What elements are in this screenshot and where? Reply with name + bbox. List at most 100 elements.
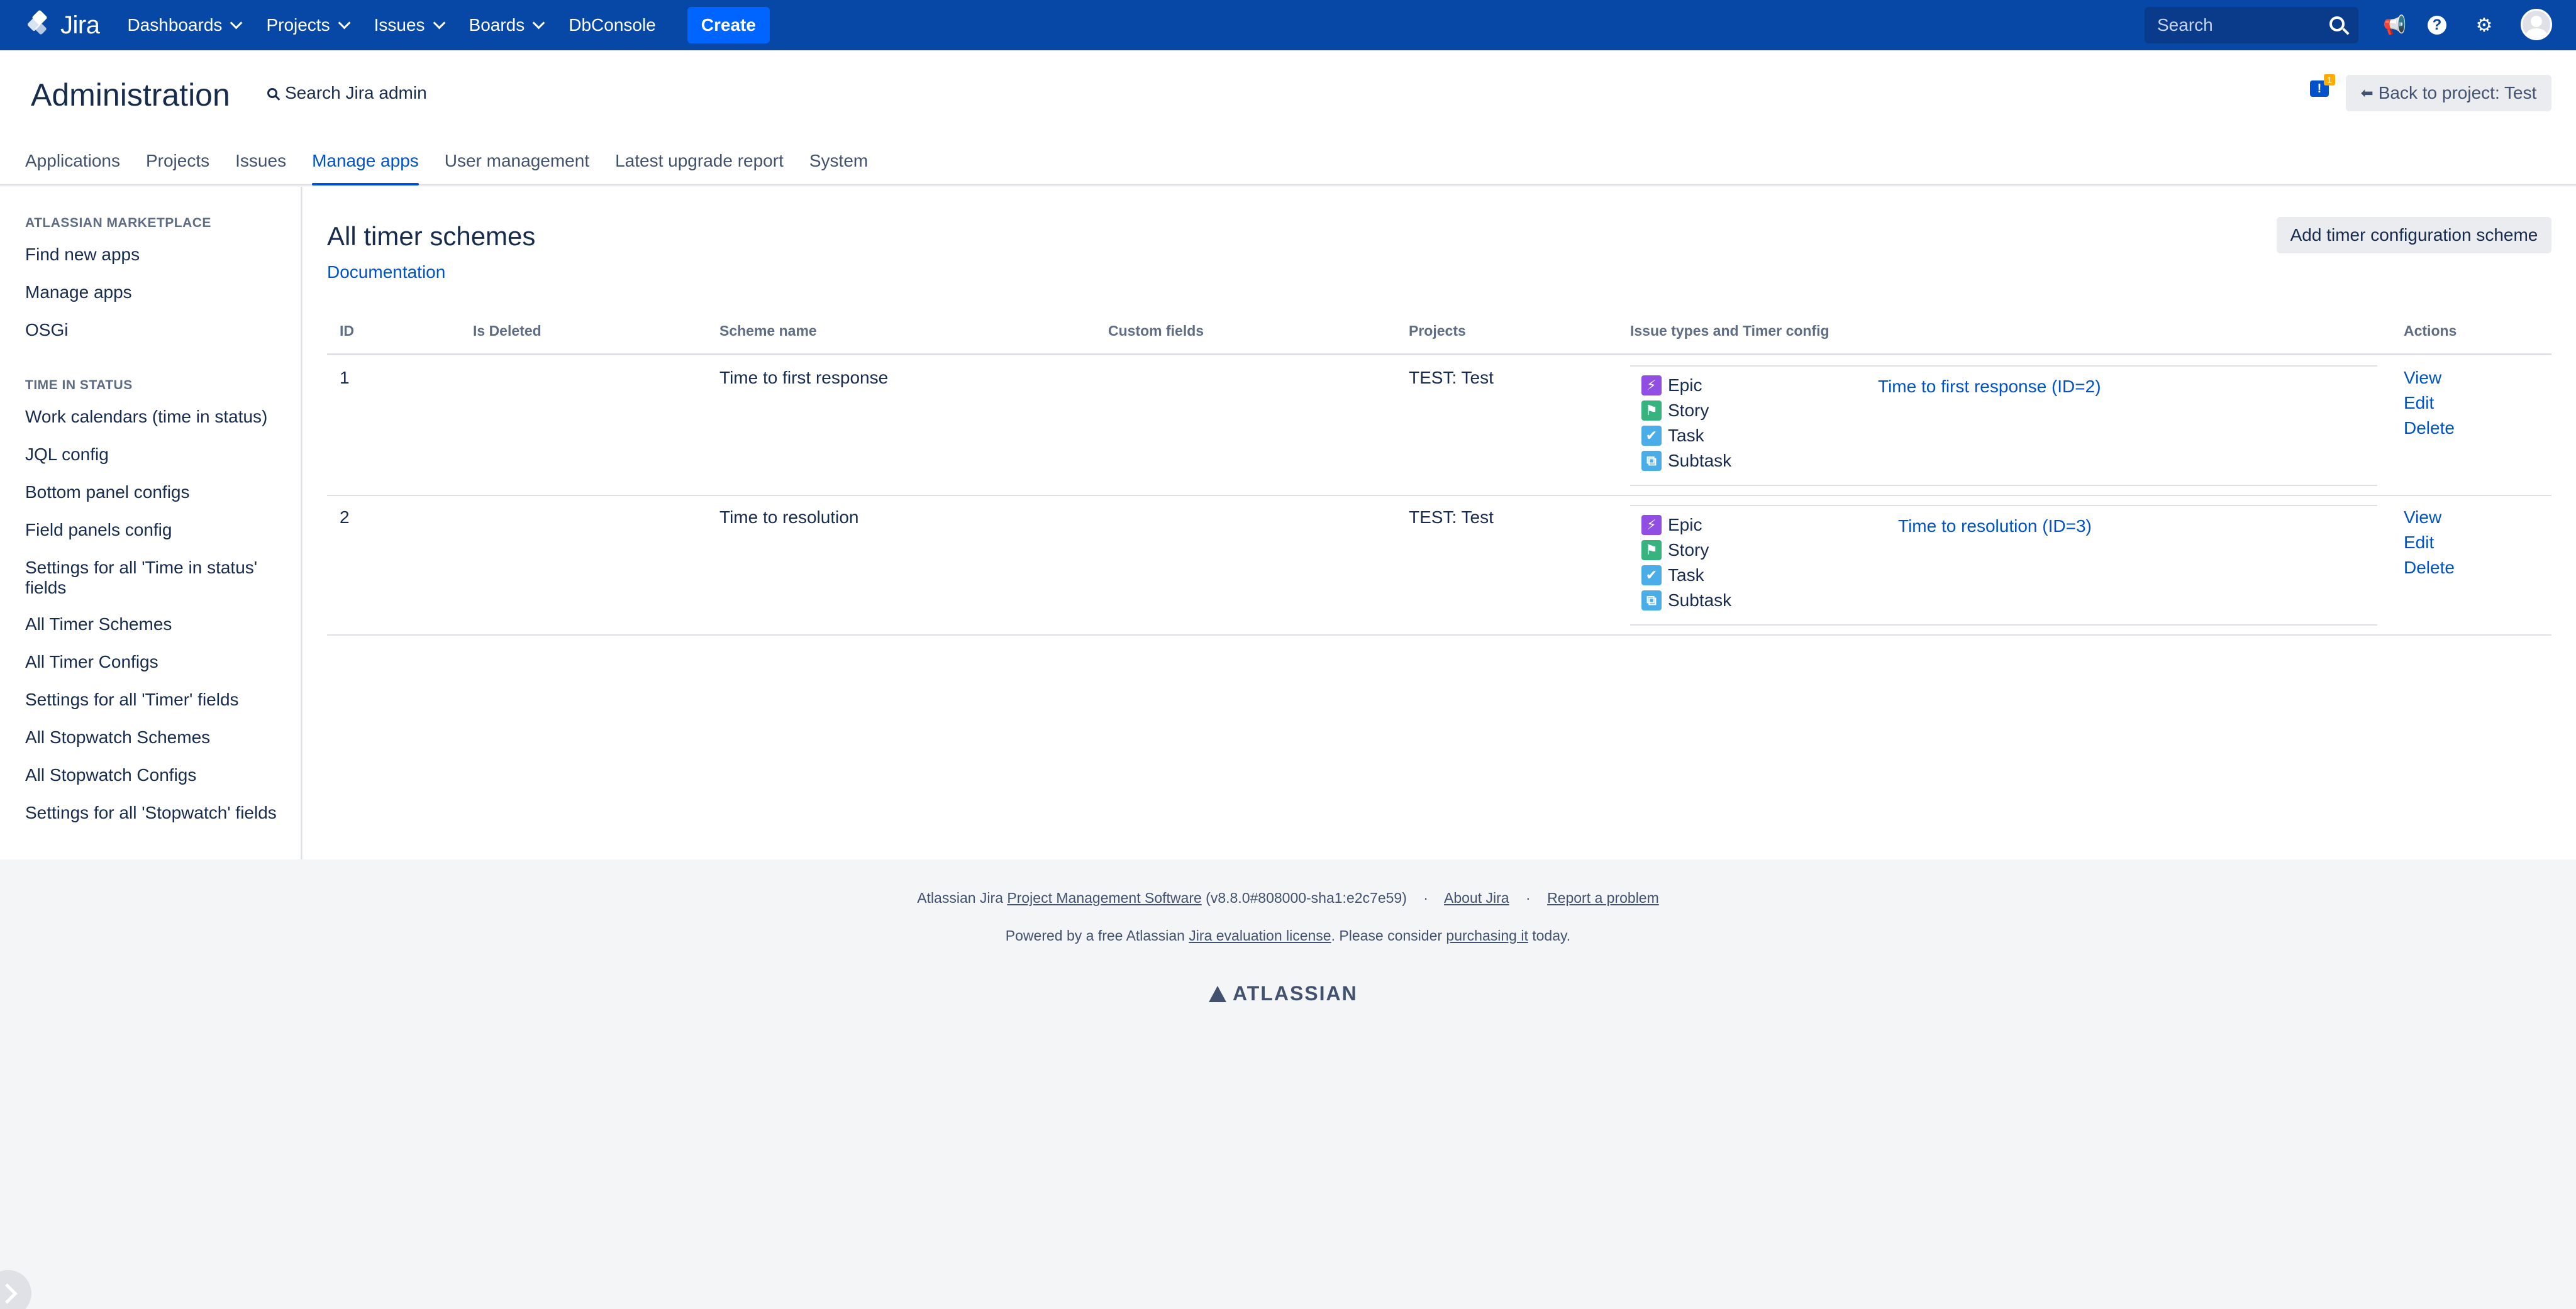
avatar[interactable]	[2521, 9, 2552, 40]
jira-logo-icon	[25, 9, 54, 40]
search-icon	[267, 88, 277, 98]
nav-projects-label: Projects	[266, 15, 330, 35]
sidebar-item-find-new-apps[interactable]: Find new apps	[25, 245, 289, 265]
nav-dbconsole[interactable]: DbConsole	[555, 0, 670, 50]
nav-issues[interactable]: Issues	[360, 0, 455, 50]
view-link[interactable]: View	[2404, 368, 2441, 388]
edit-link[interactable]: Edit	[2404, 533, 2434, 553]
row-divider	[1630, 505, 2377, 506]
admin-tabs: Applications Projects Issues Manage apps…	[25, 148, 894, 185]
documentation-link[interactable]: Documentation	[327, 262, 445, 282]
admin-search-label: Search Jira admin	[285, 83, 427, 102]
footer-version-line: Atlassian Jira Project Management Softwa…	[917, 890, 1659, 906]
admin-search-button[interactable]: Search Jira admin	[267, 83, 427, 103]
sidebar-item-all-stopwatch-configs[interactable]: All Stopwatch Configs	[25, 765, 289, 785]
gear-icon[interactable]: ⚙	[2473, 14, 2496, 36]
sidebar-item-osgi[interactable]: OSGi	[25, 320, 289, 340]
delete-link[interactable]: Delete	[2404, 418, 2455, 438]
edit-link[interactable]: Edit	[2404, 393, 2434, 413]
sidebar-item-all-timer-configs[interactable]: All Timer Configs	[25, 652, 289, 672]
nav-dbconsole-label: DbConsole	[569, 15, 656, 35]
footer: Atlassian Jira Project Management Softwa…	[0, 861, 2576, 1309]
notification-badge: 1	[2324, 74, 2335, 86]
row-projects: TEST: Test	[1409, 507, 1494, 527]
create-button[interactable]: Create	[687, 7, 770, 43]
column-header-scheme-name: Scheme name	[719, 323, 817, 339]
sidebar-item-jql-config[interactable]: JQL config	[25, 445, 289, 465]
chevron-down-icon	[230, 16, 243, 30]
notifications-icon[interactable]: 📢	[2383, 14, 2406, 36]
timer-config-link[interactable]: Time to resolution (ID=3)	[1898, 516, 2092, 536]
sidebar-item-bottom-panel-configs[interactable]: Bottom panel configs	[25, 482, 289, 502]
view-link[interactable]: View	[2404, 507, 2441, 527]
issue-type-task: ✔ Task	[1641, 565, 1704, 585]
issue-type-epic: ⚡ Epic	[1641, 375, 1702, 395]
issue-type-label: Epic	[1668, 375, 1702, 395]
top-navigation-bar: Jira Dashboards Projects Issues Boards D…	[0, 0, 2576, 50]
footer-license-suffix: today.	[1532, 927, 1571, 944]
sidebar-item-timer-settings[interactable]: Settings for all 'Timer' fields	[25, 690, 289, 710]
row-id: 1	[340, 368, 350, 387]
sidebar-item-work-calendars[interactable]: Work calendars (time in status)	[25, 407, 289, 427]
about-jira-link[interactable]: About Jira	[1444, 890, 1509, 906]
epic-icon: ⚡	[1641, 375, 1662, 395]
back-to-project-button[interactable]: ⬅ Back to project: Test	[2346, 75, 2551, 111]
tab-applications[interactable]: Applications	[25, 148, 120, 185]
timer-config-link[interactable]: Time to first response (ID=2)	[1878, 377, 2101, 397]
footer-pms-link[interactable]: Project Management Software	[1007, 890, 1201, 906]
arrow-left-icon: ⬅	[2360, 84, 2373, 102]
sidebar-item-all-stopwatch-schemes[interactable]: All Stopwatch Schemes	[25, 727, 289, 748]
row-scheme-name: Time to first response	[719, 368, 889, 387]
main-content: All timer schemes Documentation Add time…	[303, 187, 2576, 859]
sidebar-item-time-in-status-settings[interactable]: Settings for all 'Time in status' fields	[25, 558, 289, 598]
search-input[interactable]: Search	[2145, 7, 2358, 43]
issue-type-epic: ⚡ Epic	[1641, 515, 1702, 535]
epic-icon: ⚡	[1641, 515, 1662, 535]
tab-latest-upgrade-report[interactable]: Latest upgrade report	[615, 148, 784, 185]
story-icon: ⚑	[1641, 540, 1662, 560]
footer-license-middle: . Please consider	[1331, 927, 1443, 944]
issue-type-label: Subtask	[1668, 590, 1732, 610]
sidebar-item-stopwatch-settings[interactable]: Settings for all 'Stopwatch' fields	[25, 803, 289, 823]
column-header-projects: Projects	[1409, 323, 1466, 339]
nav-boards[interactable]: Boards	[455, 0, 555, 50]
admin-header: Administration Search Jira admin ! 1 ⬅ B…	[0, 50, 2576, 185]
tab-user-management[interactable]: User management	[445, 148, 589, 185]
tab-manage-apps[interactable]: Manage apps	[312, 148, 419, 185]
feedback-icon[interactable]: ! 1	[2310, 74, 2335, 98]
issue-type-label: Subtask	[1668, 451, 1732, 470]
issue-type-label: Story	[1668, 400, 1709, 420]
help-icon[interactable]: ?	[2428, 16, 2446, 35]
table-header-divider	[327, 353, 2551, 355]
issue-type-task: ✔ Task	[1641, 426, 1704, 446]
evaluation-license-link[interactable]: Jira evaluation license	[1189, 927, 1331, 944]
issue-type-story: ⚑ Story	[1641, 540, 1709, 560]
jira-logo-text: Jira	[60, 11, 100, 39]
row-divider	[1630, 365, 2377, 367]
sidebar-item-all-timer-schemes[interactable]: All Timer Schemes	[25, 614, 289, 634]
column-header-actions: Actions	[2404, 323, 2457, 339]
nav-dashboards[interactable]: Dashboards	[113, 0, 252, 50]
purchasing-link[interactable]: purchasing it	[1446, 927, 1528, 944]
add-timer-configuration-scheme-button[interactable]: Add timer configuration scheme	[2277, 217, 2551, 253]
delete-link[interactable]: Delete	[2404, 558, 2455, 578]
atlassian-logo[interactable]: ATLASSIAN	[1209, 982, 1358, 1005]
task-icon: ✔	[1641, 426, 1662, 446]
jira-logo[interactable]: Jira	[25, 0, 100, 50]
tab-issues[interactable]: Issues	[235, 148, 286, 185]
atlassian-logo-icon	[1209, 985, 1226, 1002]
sidebar: ATLASSIAN MARKETPLACE Find new apps Mana…	[0, 187, 302, 859]
back-to-project-label: Back to project: Test	[2378, 83, 2537, 102]
sidebar-item-field-panels-config[interactable]: Field panels config	[25, 520, 289, 540]
sidebar-item-manage-apps[interactable]: Manage apps	[25, 282, 289, 302]
nav-projects[interactable]: Projects	[252, 0, 360, 50]
tab-system[interactable]: System	[809, 148, 868, 185]
footer-license-line: Powered by a free Atlassian Jira evaluat…	[0, 927, 2576, 944]
report-problem-link[interactable]: Report a problem	[1547, 890, 1659, 906]
table-row-divider	[327, 634, 2551, 636]
tab-projects[interactable]: Projects	[146, 148, 209, 185]
story-icon: ⚑	[1641, 400, 1662, 421]
nav-issues-label: Issues	[374, 15, 425, 35]
search-placeholder: Search	[2157, 15, 2213, 35]
sidebar-heading-time-in-status: TIME IN STATUS	[25, 378, 133, 392]
